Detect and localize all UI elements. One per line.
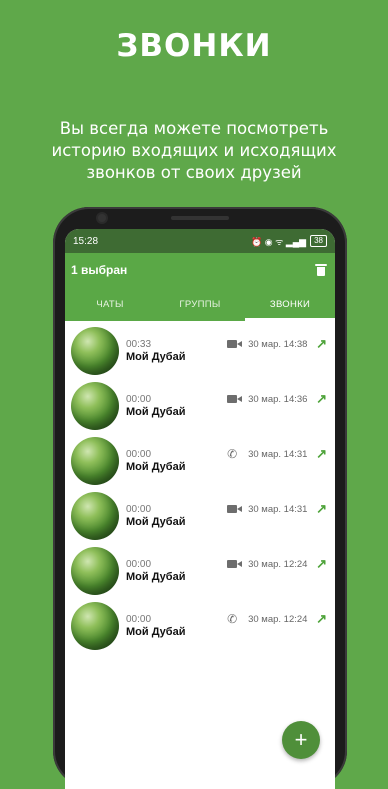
call-meta: ✆ 30 мар. 12:24 ↗ <box>224 611 327 627</box>
call-type[interactable] <box>224 392 243 406</box>
call-datetime: 30 мар. 12:24 <box>248 558 308 570</box>
avatar[interactable] <box>71 381 119 430</box>
status-indicators-icon: ⏰ ◉ ᯤ ▂▄▆ <box>251 236 307 247</box>
tab-groups[interactable]: ГРУППЫ <box>155 287 245 321</box>
call-meta: 30 мар. 14:38 ↗ <box>224 336 327 352</box>
call-datetime: 30 мар. 14:31 <box>248 448 308 460</box>
avatar[interactable] <box>71 326 119 375</box>
call-row[interactable]: 00:00 Мой Дубай 30 мар. 12:24 ↗ <box>65 543 335 598</box>
avatar[interactable] <box>71 546 119 595</box>
call-row[interactable]: 00:00 Мой Дубай ✆ 30 мар. 14:31 ↗ <box>65 433 335 488</box>
call-datetime: 30 мар. 14:36 <box>248 393 308 405</box>
contact-name: Мой Дубай <box>126 460 186 473</box>
call-type[interactable]: ✆ <box>224 612 240 626</box>
call-meta: 30 мар. 14:31 ↗ <box>224 501 327 517</box>
tab-calls[interactable]: ЗВОНКИ <box>245 287 335 321</box>
call-datetime: 30 мар. 14:31 <box>248 503 308 515</box>
phone-screen: 15:28 ⏰ ◉ ᯤ ▂▄▆ 38 1 выбран ЧАТЫ ГРУППЫ … <box>65 229 335 789</box>
call-type[interactable] <box>224 337 243 351</box>
trash-icon[interactable] <box>315 264 327 276</box>
contact-name: Мой Дубай <box>126 625 186 638</box>
avatar[interactable] <box>71 436 119 485</box>
call-meta: 30 мар. 14:36 ↗ <box>224 391 327 407</box>
call-row[interactable]: 00:33 Мой Дубай 30 мар. 14:38 ↗ <box>65 323 335 378</box>
call-datetime: 30 мар. 12:24 <box>248 613 308 625</box>
outgoing-arrow-icon: ↗ <box>316 501 327 516</box>
tab-chats[interactable]: ЧАТЫ <box>65 287 155 321</box>
call-type[interactable] <box>224 502 243 516</box>
selection-title: 1 выбран <box>71 263 128 277</box>
contact-name: Мой Дубай <box>126 350 186 363</box>
outgoing-arrow-icon: ↗ <box>316 391 327 406</box>
promo-title: ЗВОНКИ <box>116 28 272 64</box>
video-call-icon <box>227 560 243 568</box>
outgoing-arrow-icon: ↗ <box>316 336 327 351</box>
call-meta: ✆ 30 мар. 14:31 ↗ <box>224 446 327 462</box>
call-type[interactable] <box>224 557 243 571</box>
avatar[interactable] <box>71 491 119 540</box>
promo-subtitle: Вы всегда можете посмотреть историю вход… <box>51 119 337 182</box>
battery-icon: 38 <box>310 235 327 247</box>
call-datetime: 30 мар. 14:38 <box>248 338 308 350</box>
status-icons: ⏰ ◉ ᯤ ▂▄▆ 38 <box>251 235 327 248</box>
speaker-grill <box>171 216 229 220</box>
video-call-icon <box>227 505 243 513</box>
avatar[interactable] <box>71 601 119 650</box>
status-time: 15:28 <box>73 235 99 247</box>
contact-name: Мой Дубай <box>126 405 186 418</box>
phone-icon: ✆ <box>227 447 238 461</box>
outgoing-arrow-icon: ↗ <box>316 446 327 461</box>
contact-name: Мой Дубай <box>126 570 186 583</box>
front-camera <box>98 214 106 222</box>
status-bar: 15:28 ⏰ ◉ ᯤ ▂▄▆ 38 <box>65 229 335 253</box>
call-row[interactable]: 00:00 Мой Дубай ✆ 30 мар. 12:24 ↗ <box>65 598 335 653</box>
call-meta: 30 мар. 12:24 ↗ <box>224 556 327 572</box>
video-call-icon <box>227 395 243 403</box>
video-call-icon <box>227 340 243 348</box>
outgoing-arrow-icon: ↗ <box>316 611 327 626</box>
app-bar: 1 выбран <box>65 253 335 287</box>
contact-name: Мой Дубай <box>126 515 186 528</box>
call-list: 00:33 Мой Дубай 30 мар. 14:38 ↗ 00:00 Мой Дуб… <box>65 321 335 653</box>
phone-frame: 15:28 ⏰ ◉ ᯤ ▂▄▆ 38 1 выбран ЧАТЫ ГРУППЫ … <box>53 207 347 789</box>
tab-bar: ЧАТЫ ГРУППЫ ЗВОНКИ <box>65 287 335 321</box>
call-row[interactable]: 00:00 Мой Дубай 30 мар. 14:31 ↗ <box>65 488 335 543</box>
phone-icon: ✆ <box>227 612 238 626</box>
call-type[interactable]: ✆ <box>224 447 240 461</box>
call-row[interactable]: 00:00 Мой Дубай 30 мар. 14:36 ↗ <box>65 378 335 433</box>
outgoing-arrow-icon: ↗ <box>316 556 327 571</box>
add-call-button[interactable]: + <box>282 721 320 759</box>
